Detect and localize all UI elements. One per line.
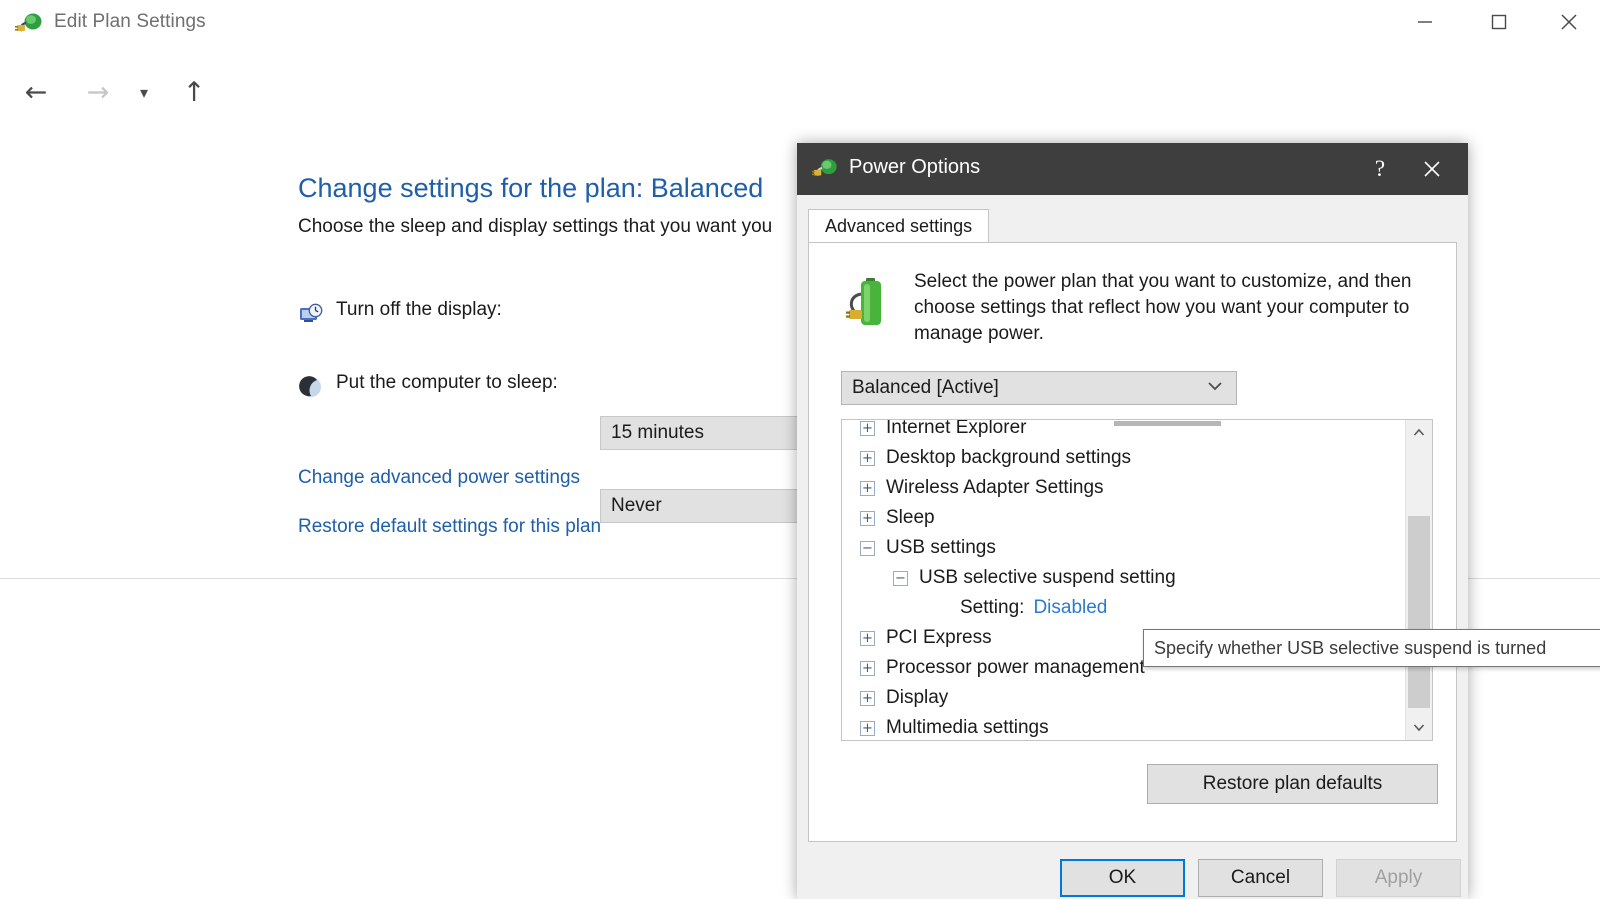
tree-item-label: Multimedia settings (886, 717, 1049, 739)
tree-viewport: + Internet Explorer + Desktop background… (842, 420, 1406, 740)
advanced-settings-tree[interactable]: + Internet Explorer + Desktop background… (841, 419, 1433, 741)
expand-plus-icon[interactable]: + (860, 451, 875, 466)
close-icon[interactable] (1406, 143, 1458, 195)
page-subtitle: Choose the sleep and display settings th… (298, 216, 772, 238)
expand-plus-icon[interactable]: + (860, 721, 875, 736)
tab-advanced-settings[interactable]: Advanced settings (808, 209, 989, 243)
tree-item-display[interactable]: + Display (842, 683, 1406, 713)
tree-item-usb-settings[interactable]: − USB settings (842, 533, 1406, 563)
tree-vertical-scrollbar[interactable] (1405, 420, 1432, 740)
setting-label-put-computer-to-sleep: Put the computer to sleep: (336, 372, 558, 394)
tree-item-label: PCI Express (886, 627, 992, 649)
turn-off-display-value: 15 minutes (611, 422, 704, 444)
tree-item-wireless-adapter-settings[interactable]: + Wireless Adapter Settings (842, 473, 1406, 503)
tree-item-label: Desktop background settings (886, 447, 1131, 469)
tree-item-usb-selective-suspend-setting[interactable]: − USB selective suspend setting (842, 563, 1406, 593)
tree-list: + Internet Explorer + Desktop background… (842, 420, 1406, 740)
maximize-icon[interactable] (1476, 0, 1522, 44)
tree-item-label: Internet Explorer (886, 420, 1026, 439)
expand-plus-icon[interactable]: + (860, 421, 875, 436)
dialog-intro-text: Select the power plan that you want to c… (914, 269, 1414, 347)
tree-item-internet-explorer[interactable]: + Internet Explorer (842, 420, 1406, 443)
ok-button[interactable]: OK (1060, 859, 1185, 897)
collapse-minus-icon[interactable]: − (860, 541, 875, 556)
link-restore-default-settings[interactable]: Restore default settings for this plan (298, 516, 601, 538)
scrollbar-thumb[interactable] (1408, 516, 1430, 708)
chevron-down-icon (1206, 377, 1224, 400)
tooltip: Specify whether USB selective suspend is… (1143, 629, 1600, 667)
tree-item-setting-value-row[interactable]: Setting: Disabled (842, 593, 1406, 623)
window-title: Edit Plan Settings (54, 11, 206, 33)
link-change-advanced-power-settings[interactable]: Change advanced power settings (298, 467, 580, 489)
expand-plus-icon[interactable]: + (860, 661, 875, 676)
apply-button: Apply (1336, 859, 1461, 897)
minimize-icon[interactable] (1402, 0, 1448, 44)
expand-plus-icon[interactable]: + (860, 511, 875, 526)
tree-item-label: USB settings (886, 537, 996, 559)
help-button[interactable]: ? (1354, 143, 1406, 195)
sleep-value: Never (611, 495, 662, 517)
expand-plus-icon[interactable]: + (860, 691, 875, 706)
forward-arrow-icon[interactable]: → (76, 70, 120, 114)
recent-locations-chevron-icon[interactable]: ▾ (128, 70, 160, 114)
back-arrow-icon[interactable]: ← (14, 70, 58, 114)
dialog-titlebar: Power Options ? (797, 143, 1468, 195)
tree-item-sleep[interactable]: + Sleep (842, 503, 1406, 533)
page-title: Change settings for the plan: Balanced (298, 173, 763, 204)
tree-item-label: Sleep (886, 507, 935, 529)
setting-label-turn-off-display: Turn off the display: (336, 299, 502, 321)
tree-item-desktop-background-settings[interactable]: + Desktop background settings (842, 443, 1406, 473)
power-plan-select[interactable]: Balanced [Active] (841, 371, 1237, 405)
moon-icon (298, 374, 324, 400)
scroll-down-icon[interactable] (1406, 714, 1432, 740)
tree-item-multimedia-settings[interactable]: + Multimedia settings (842, 713, 1406, 740)
power-plan-value: Balanced [Active] (852, 377, 999, 399)
power-plug-icon (811, 155, 839, 183)
dialog-title: Power Options (849, 156, 980, 179)
dialog-body: Advanced settings Select the power plan … (797, 195, 1468, 899)
advanced-settings-panel: Select the power plan that you want to c… (808, 242, 1457, 842)
navigation-bar: ← → ▾ ↑ › Control Panel › Hardware and S… (0, 60, 1600, 124)
power-plug-icon (14, 9, 44, 39)
cancel-button[interactable]: Cancel (1198, 859, 1323, 897)
restore-plan-defaults-button[interactable]: Restore plan defaults (1147, 764, 1438, 804)
tab-strip: Advanced settings (808, 209, 1457, 243)
tree-item-label: Wireless Adapter Settings (886, 477, 1104, 499)
scroll-up-icon[interactable] (1406, 420, 1432, 446)
battery-plug-icon (846, 272, 900, 334)
display-clock-icon (298, 301, 324, 327)
tree-item-label: Processor power management (886, 657, 1145, 679)
up-arrow-icon[interactable]: ↑ (172, 70, 216, 114)
setting-value-link[interactable]: Disabled (1033, 597, 1107, 618)
collapse-minus-icon[interactable]: − (893, 571, 908, 586)
setting-label: Setting: (960, 597, 1024, 619)
tooltip-text: Specify whether USB selective suspend is… (1154, 638, 1546, 659)
tree-item-label: USB selective suspend setting (919, 567, 1176, 589)
close-icon[interactable] (1546, 0, 1592, 44)
expand-plus-icon[interactable]: + (860, 631, 875, 646)
power-options-dialog: Power Options ? Advanced settings (797, 143, 1468, 899)
window-titlebar: Edit Plan Settings (0, 0, 1600, 56)
expand-plus-icon[interactable]: + (860, 481, 875, 496)
tree-item-label: Display (886, 687, 948, 709)
